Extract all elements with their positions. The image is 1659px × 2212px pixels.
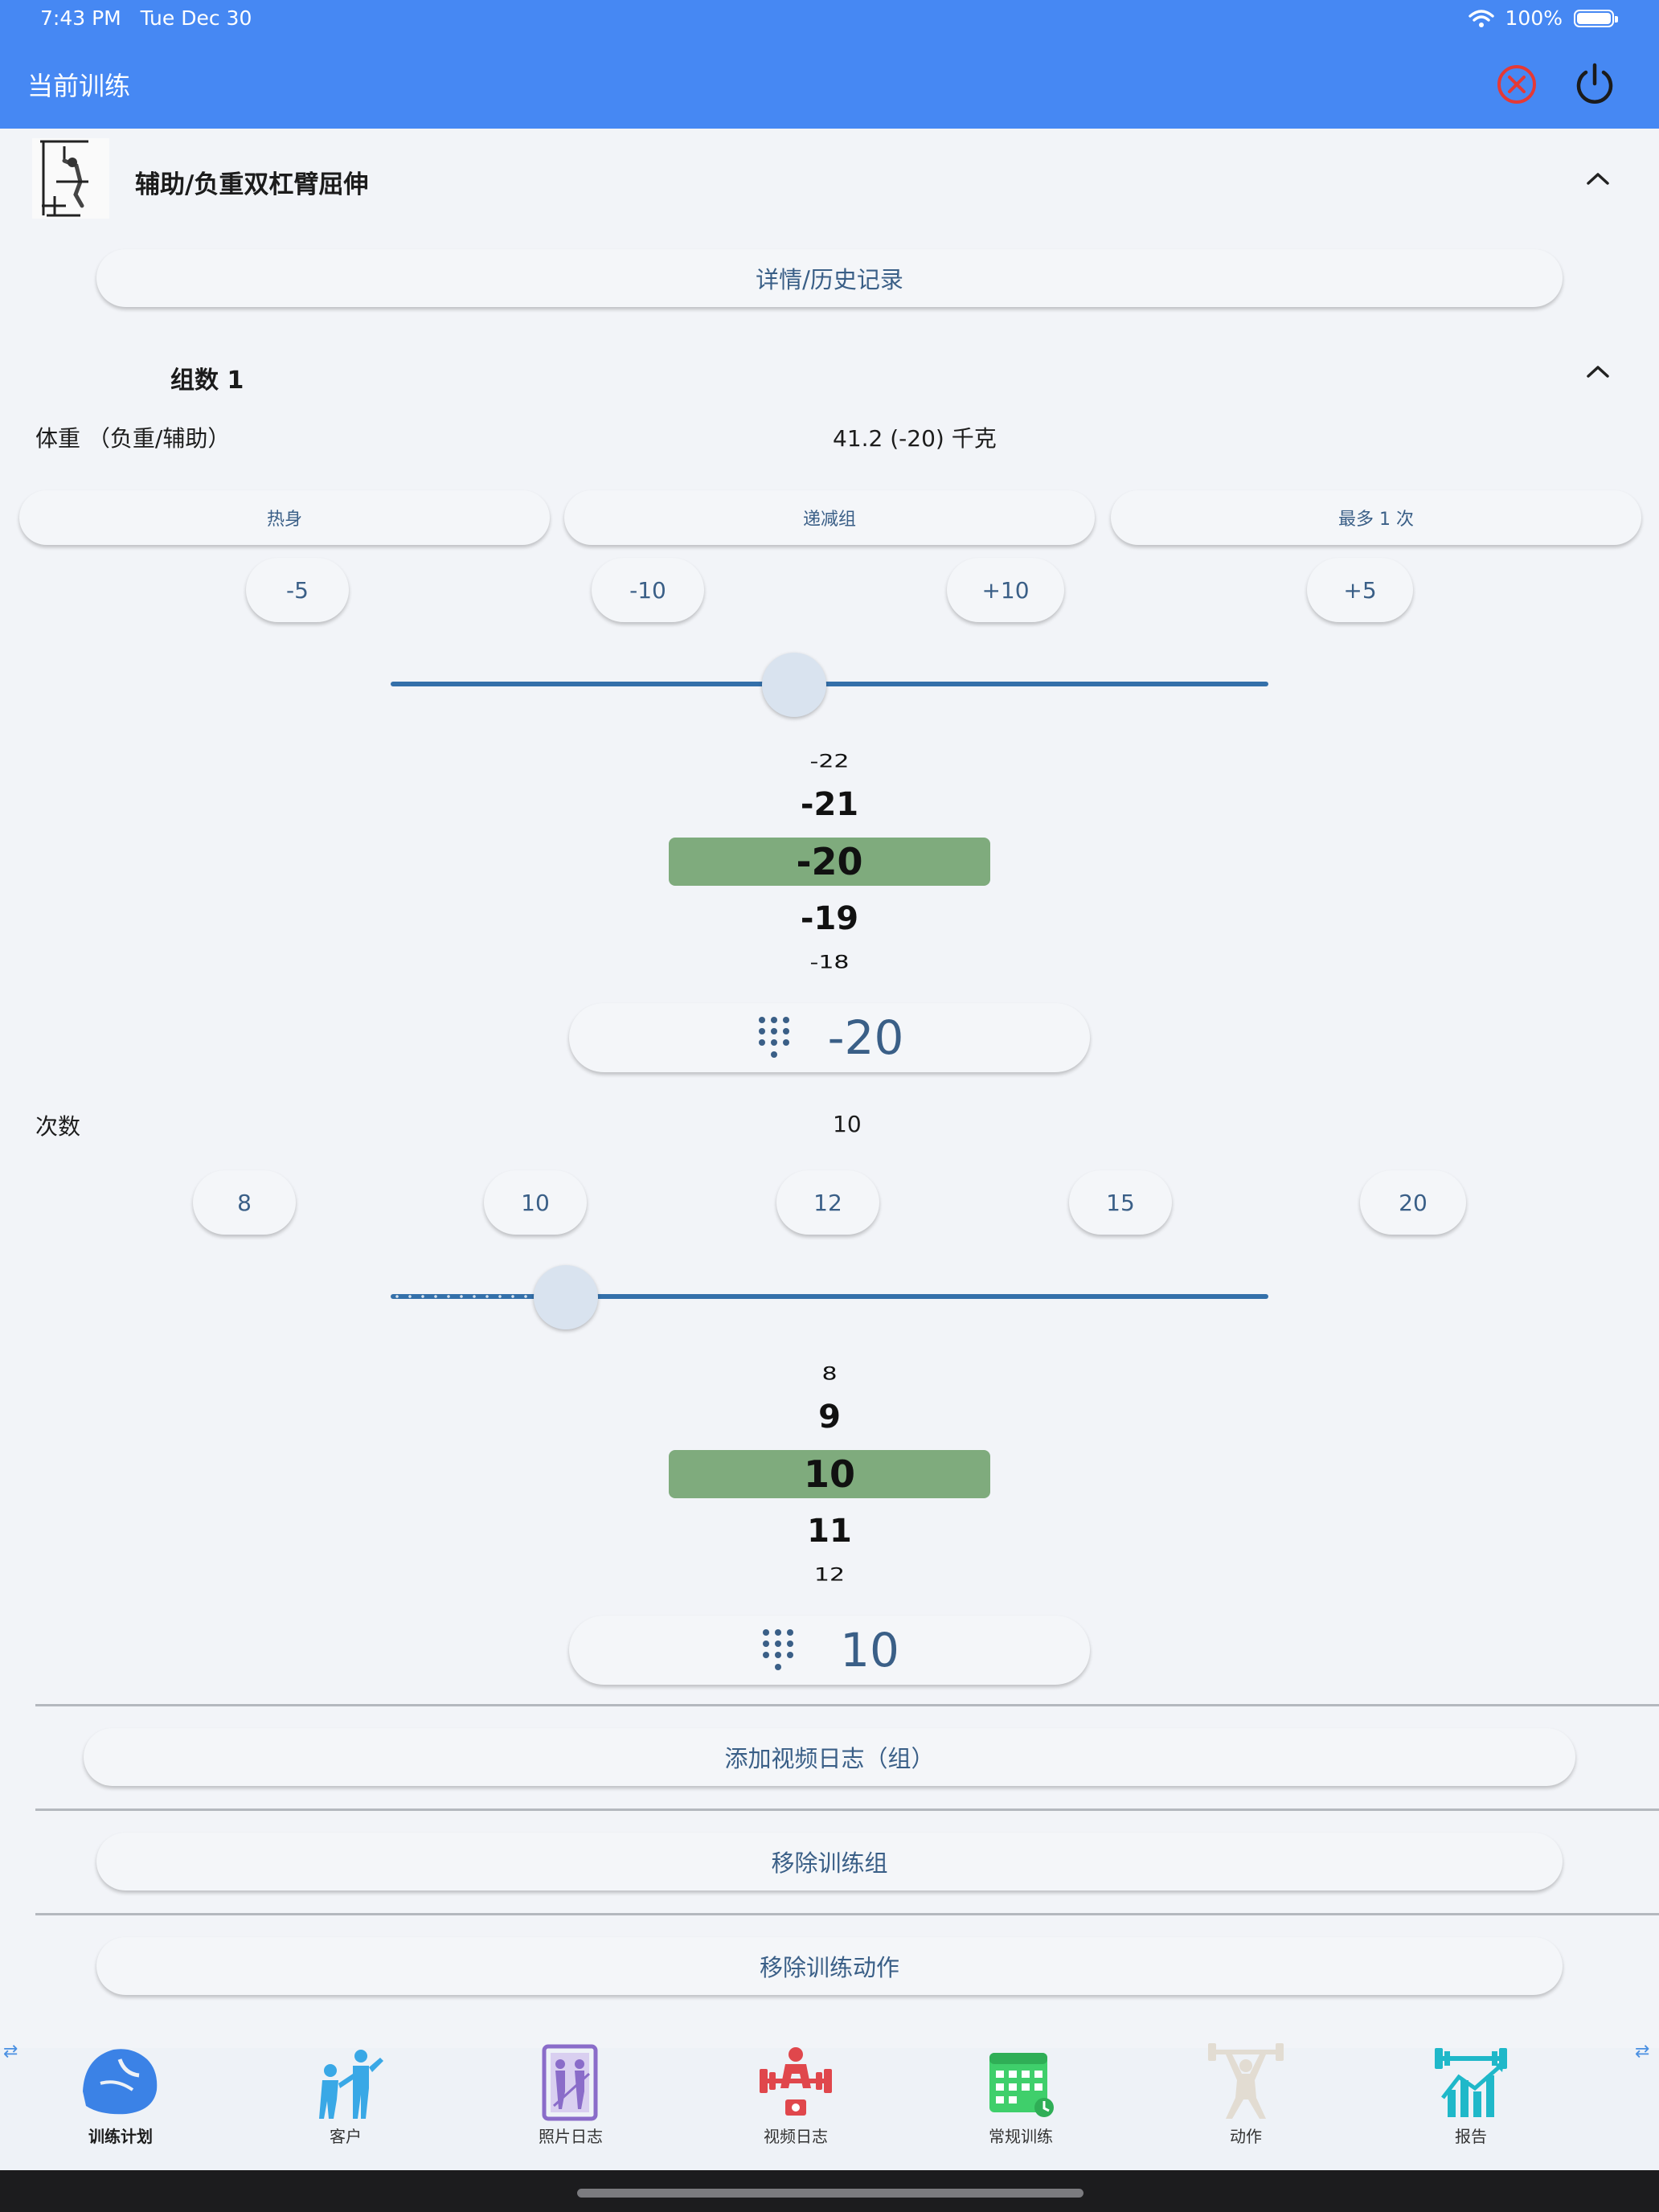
photo-log-icon: [542, 2044, 598, 2121]
weight-minus-5-button[interactable]: -5: [246, 558, 349, 622]
divider: [35, 1913, 1659, 1915]
drop-set-button[interactable]: 递减组: [564, 490, 1095, 545]
reps-wheel-item[interactable]: 9: [669, 1399, 990, 1436]
remove-set-button[interactable]: 移除训练组: [96, 1833, 1563, 1890]
reps-preset-15-button[interactable]: 15: [1069, 1170, 1172, 1235]
nav-label: 常规训练: [989, 2127, 1053, 2146]
max-one-rep-button[interactable]: 最多 1 次: [1111, 490, 1641, 545]
nav-item-routines[interactable]: 常规训练: [948, 2042, 1093, 2147]
reps-wheel-selected-item[interactable]: 10: [669, 1452, 990, 1496]
divider: [35, 1809, 1659, 1811]
reps-preset-10-button[interactable]: 10: [484, 1170, 587, 1235]
flexed-bicep-icon: [83, 2049, 158, 2115]
keypad-icon: [758, 1017, 789, 1058]
battery-percent: 100%: [1505, 6, 1563, 30]
nav-item-workout-plan[interactable]: 训练计划: [48, 2042, 193, 2147]
wifi-icon: [1468, 9, 1494, 27]
weight-wheel-item[interactable]: -18: [669, 952, 990, 973]
nav-label: 视频日志: [764, 2127, 828, 2146]
weight-slider-track[interactable]: [391, 682, 1268, 686]
add-video-log-button[interactable]: 添加视频日志（组）: [84, 1728, 1575, 1786]
nav-label: 照片日志: [539, 2127, 603, 2146]
warmup-button[interactable]: 热身: [19, 490, 550, 545]
reps-label: 次数: [35, 1113, 81, 1140]
calendar-icon: [989, 2053, 1054, 2117]
reps-input-pill[interactable]: 10: [569, 1616, 1090, 1685]
nav-label: 报告: [1455, 2127, 1487, 2146]
nav-label: 训练计划: [88, 2127, 153, 2146]
divider: [35, 1704, 1659, 1706]
weight-plus-10-button[interactable]: +10: [947, 558, 1064, 622]
nav-scroll-left-icon: ⇄: [3, 2042, 18, 2062]
reps-input-value: 10: [840, 1623, 899, 1677]
video-log-icon: [760, 2047, 832, 2116]
clients-icon: [319, 2050, 383, 2119]
weight-input-pill[interactable]: -20: [569, 1003, 1090, 1072]
remove-exercise-button[interactable]: 移除训练动作: [96, 1937, 1563, 1995]
collapse-set-chevron-icon[interactable]: [1583, 363, 1612, 381]
reps-value: 10: [833, 1111, 862, 1137]
nav-label: 动作: [1230, 2127, 1262, 2146]
nav-label: 客户: [330, 2127, 362, 2146]
exercise-thumbnail: [32, 138, 109, 219]
reps-preset-8-button[interactable]: 8: [193, 1170, 296, 1235]
reps-preset-12-button[interactable]: 12: [776, 1170, 879, 1235]
reps-wheel-item[interactable]: 11: [669, 1513, 990, 1550]
home-indicator[interactable]: [577, 2189, 1083, 2198]
cancel-workout-icon[interactable]: [1495, 63, 1538, 106]
weight-plus-5-button[interactable]: +5: [1307, 558, 1413, 622]
nav-item-exercises[interactable]: 动作: [1174, 2042, 1318, 2147]
reps-slider-thumb[interactable]: [534, 1265, 599, 1329]
exercise-name: 辅助/负重双杠臂屈伸: [135, 170, 369, 199]
nav-item-clients[interactable]: 客户: [273, 2042, 418, 2147]
weight-value: 41.2 (-20) 千克: [833, 425, 997, 452]
weight-wheel-item[interactable]: -21: [669, 786, 990, 823]
weight-wheel-item[interactable]: -19: [669, 900, 990, 937]
status-time: 7:43 PM Tue Dec 30: [40, 6, 252, 30]
battery-icon: [1574, 9, 1618, 27]
weight-label: 体重 （负重/辅助）: [35, 425, 231, 452]
nav-item-photo-log[interactable]: 照片日志: [498, 2042, 643, 2147]
weight-wheel-item[interactable]: -22: [669, 751, 990, 772]
weight-slider-thumb[interactable]: [762, 653, 827, 717]
weight-input-value: -20: [827, 1010, 904, 1065]
status-right: 100%: [1468, 6, 1618, 30]
keypad-icon: [763, 1629, 794, 1670]
power-icon[interactable]: [1572, 61, 1617, 106]
nav-item-reports[interactable]: 报告: [1399, 2042, 1543, 2147]
nav-scroll-right-icon: ⇄: [1635, 2042, 1650, 2062]
reps-preset-20-button[interactable]: 20: [1360, 1170, 1466, 1235]
reps-wheel-item[interactable]: 12: [669, 1564, 990, 1585]
collapse-exercise-chevron-icon[interactable]: [1583, 170, 1612, 188]
details-history-button[interactable]: 详情/历史记录: [96, 249, 1563, 307]
nav-item-video-log[interactable]: 视频日志: [723, 2042, 868, 2147]
page-title: 当前训练: [27, 71, 131, 101]
weightlifter-icon: [1208, 2043, 1284, 2119]
report-chart-icon: [1435, 2048, 1507, 2117]
set-title: 组数 1: [170, 367, 244, 395]
reps-wheel-item[interactable]: 8: [669, 1363, 990, 1384]
weight-wheel-selected-item[interactable]: -20: [669, 840, 990, 883]
weight-minus-10-button[interactable]: -10: [592, 558, 704, 622]
status-date: Tue Dec 30: [140, 6, 252, 30]
